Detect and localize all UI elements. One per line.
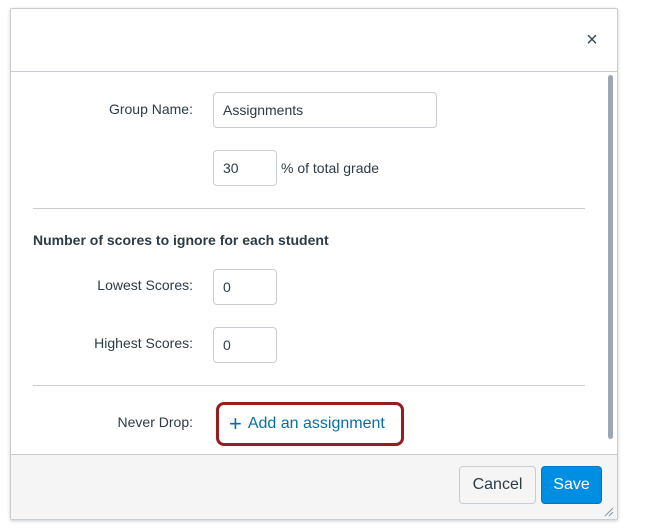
assignment-group-dialog: × Group Name: % of total grade Number of… — [10, 8, 618, 520]
weight-suffix: % of total grade — [281, 160, 380, 176]
scrollbar[interactable] — [608, 75, 613, 439]
weight-input[interactable] — [213, 150, 277, 186]
divider — [33, 385, 585, 386]
highest-scores-label: Highest Scores: — [94, 335, 193, 351]
resize-handle-icon[interactable] — [604, 507, 614, 517]
save-button[interactable]: Save — [541, 466, 602, 504]
add-assignment-button[interactable]: + Add an assignment — [216, 402, 404, 446]
dialog-footer: Cancel Save — [11, 454, 617, 519]
highest-scores-input[interactable] — [213, 327, 277, 363]
group-name-input[interactable] — [213, 92, 437, 128]
group-name-label: Group Name: — [108, 101, 193, 117]
close-icon[interactable]: × — [583, 30, 601, 50]
never-drop-label: Never Drop: — [117, 414, 193, 430]
lowest-scores-input[interactable] — [213, 269, 277, 305]
lowest-scores-label: Lowest Scores: — [97, 277, 193, 293]
dialog-header: × — [11, 9, 617, 72]
cancel-button[interactable]: Cancel — [459, 466, 536, 504]
add-assignment-label: Add an assignment — [247, 415, 385, 432]
scores-section-title: Number of scores to ignore for each stud… — [33, 232, 329, 248]
plus-icon: + — [229, 411, 242, 436]
divider — [33, 208, 585, 209]
dialog-body: Group Name: % of total grade Number of s… — [11, 72, 617, 454]
